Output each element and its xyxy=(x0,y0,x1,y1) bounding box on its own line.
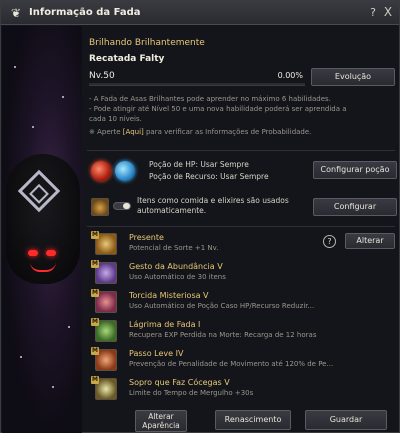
skill-row[interactable]: M Lágrima de Fada I Recupera EXP Perdida n… xyxy=(89,318,395,346)
alter-skill-button[interactable]: Alterar xyxy=(345,233,395,249)
desc-note: para verificar as Informações de Probabi… xyxy=(143,128,312,136)
skill-help-icon[interactable]: ? xyxy=(323,235,336,248)
auto-food-text: Itens como comida e elixires são usados … xyxy=(137,196,289,215)
butterfly-icon: ❦ xyxy=(10,5,22,20)
skill-name: Passo Leve IV xyxy=(129,349,184,358)
desc-line: ※ Aperte [Aqui] para verificar as Inform… xyxy=(89,127,397,137)
sparkle xyxy=(20,356,22,358)
divider xyxy=(87,150,395,151)
skill-row[interactable]: M Passo Leve IV Prevenção de Penalidade de… xyxy=(89,347,395,375)
alter-appearance-label: Alterar xyxy=(148,412,174,421)
desc-line: - A Fada de Asas Brilhantes pode aprende… xyxy=(89,95,331,103)
window-title: Informação da Fada xyxy=(29,7,141,18)
skill-desc: Limite do Tempo de Mergulho +30s xyxy=(129,389,254,397)
fairy-name: Brilhando Brilhantemente xyxy=(89,38,205,48)
skill-name: Gesto da Abundância V xyxy=(129,262,223,271)
resource-potion-setting: Poção de Recurso: Usar Sempre xyxy=(149,172,269,181)
fairy-level: Nv.50 xyxy=(89,71,115,81)
bottom-bar: Alterar Aparência Renascimento Guardar xyxy=(83,406,399,432)
master-badge: M xyxy=(91,289,99,297)
auto-food-toggle[interactable] xyxy=(113,202,131,210)
hp-potion-icon xyxy=(91,161,111,181)
resource-potion-icon xyxy=(115,161,135,181)
skill-name: Lágrima de Fada I xyxy=(129,320,201,329)
potion-row: Poção de HP: Usar Sempre Poção de Recurs… xyxy=(89,157,397,189)
sparkle xyxy=(14,66,16,68)
fairy-portrait xyxy=(2,26,82,433)
evolution-button[interactable]: Evolução xyxy=(311,68,395,86)
configure-potion-button[interactable]: Configurar poção xyxy=(313,161,397,179)
master-badge: M xyxy=(91,231,99,239)
title-bar[interactable]: ❦ Informação da Fada ? X xyxy=(1,1,399,25)
master-badge: M xyxy=(91,347,99,355)
skill-name: Sopro que Faz Cócegas V xyxy=(129,378,230,387)
skill-desc: Uso Automático de Poção Caso HP/Recurso … xyxy=(129,302,315,310)
fairy-species: Recatada Falty xyxy=(89,54,165,64)
skill-row[interactable]: M Sopro que Faz Cócegas V Limite do Tempo … xyxy=(89,376,395,404)
skill-desc: Prevenção de Penalidade de Movimento até… xyxy=(129,360,334,368)
sparkle xyxy=(68,326,70,328)
close-button[interactable]: X xyxy=(382,5,394,19)
skill-row[interactable]: M Gesto da Abundância V Uso Automático de … xyxy=(89,260,395,288)
hp-potion-setting: Poção de HP: Usar Sempre xyxy=(149,160,249,169)
toggle-knob xyxy=(123,203,130,209)
save-button[interactable]: Guardar xyxy=(305,410,387,430)
alter-appearance-label: Aparência xyxy=(142,421,180,430)
divider xyxy=(87,226,395,227)
skill-row[interactable]: M Torcida Misteriosa V Uso Automático de P… xyxy=(89,289,395,317)
master-badge: M xyxy=(91,376,99,384)
info-panel: Brilhando Brilhantemente Recatada Falty … xyxy=(83,26,399,433)
desc-line: cada 10 níveis. xyxy=(89,115,142,123)
elixir-icon xyxy=(91,198,109,216)
help-button[interactable]: ? xyxy=(367,6,379,20)
master-badge: M xyxy=(91,318,99,326)
level-progress-bar xyxy=(89,83,305,86)
description: - A Fada de Asas Brilhantes pode aprende… xyxy=(89,94,397,137)
skill-name: Presente xyxy=(129,233,164,242)
skill-desc: Uso Automático de 30 itens xyxy=(129,273,226,281)
sparkle xyxy=(32,126,34,128)
desc-line: - Pode atingir até Nível 50 e uma nova h… xyxy=(89,105,347,113)
sparkle xyxy=(52,386,54,388)
fairy-eye xyxy=(28,250,38,256)
desc-note: ※ Aperte xyxy=(89,128,123,136)
alter-appearance-button[interactable]: Alterar Aparência xyxy=(135,410,187,432)
level-progress-text: 0.00% xyxy=(277,71,303,80)
skill-desc: Recupera EXP Perdida na Morte: Recarga d… xyxy=(129,331,317,339)
fairy-info-window: ❦ Informação da Fada ? X Brilhando Brilh… xyxy=(0,0,400,433)
configure-button[interactable]: Configurar xyxy=(313,198,397,216)
fairy-eye xyxy=(46,250,56,256)
rebirth-button[interactable]: Renascimento xyxy=(215,410,291,430)
food-row: Itens como comida e elixires são usados … xyxy=(89,196,397,220)
master-badge: M xyxy=(91,260,99,268)
skill-desc: Potencial de Sorte +1 Nv. xyxy=(129,244,219,252)
probability-link[interactable]: [Aqui] xyxy=(123,128,144,136)
sparkle xyxy=(62,96,64,98)
skill-name: Torcida Misteriosa V xyxy=(129,291,209,300)
